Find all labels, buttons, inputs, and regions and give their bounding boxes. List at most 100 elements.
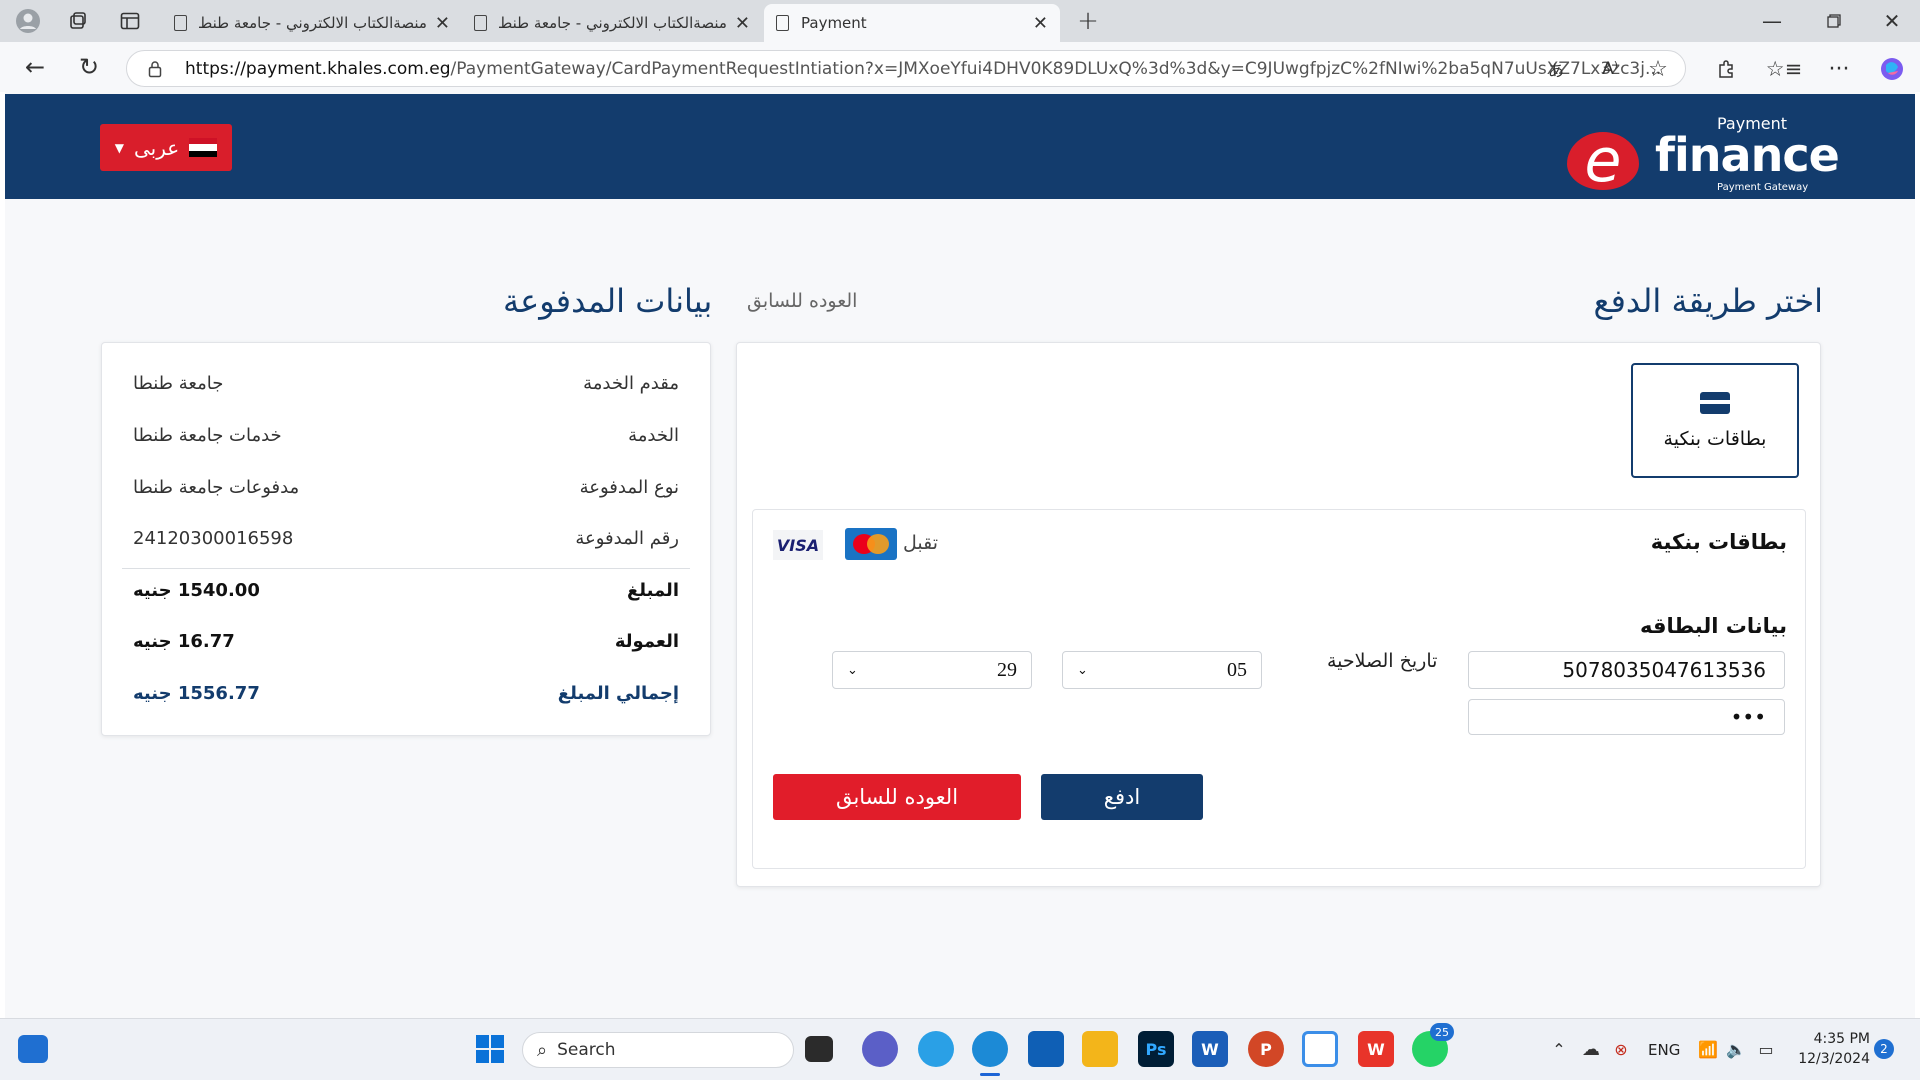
card-number-value: 5078035047613536: [1562, 658, 1766, 682]
profile-icon[interactable]: [12, 6, 44, 36]
edge-icon[interactable]: [972, 1031, 1008, 1067]
chevron-down-icon: ⌄: [1077, 662, 1088, 678]
pay-button[interactable]: ادفع: [1041, 774, 1203, 820]
chevron-down-icon: ⌄: [847, 662, 858, 678]
search-label: Search: [557, 1040, 616, 1060]
language-dropdown[interactable]: ▼ عربى: [100, 124, 232, 171]
task-view-icon[interactable]: [805, 1036, 833, 1062]
minimize-icon[interactable]: —: [1752, 6, 1792, 36]
translate-icon[interactable]: あ: [1540, 54, 1572, 84]
notification-badge[interactable]: 2: [1874, 1039, 1894, 1059]
network-error-icon[interactable]: ⊗: [1608, 1037, 1634, 1061]
taskbar-search[interactable]: ⌕ Search: [522, 1032, 794, 1068]
show-hidden-icons-icon[interactable]: ⌃: [1548, 1037, 1570, 1061]
word-icon[interactable]: W: [1192, 1031, 1228, 1067]
card-number-field[interactable]: 5078035047613536: [1468, 651, 1785, 689]
total-value: 1556.77 جنيه: [133, 683, 260, 704]
detail-row: رقم المدفوعة 24120300016598: [102, 528, 710, 558]
tab-actions-icon[interactable]: [114, 6, 146, 36]
detail-value: خدمات جامعة طنطا: [133, 425, 282, 446]
language-label: عربى: [134, 135, 180, 160]
file-explorer-icon[interactable]: [1082, 1031, 1118, 1067]
bank-cards-method-button[interactable]: بطاقات بنكية: [1631, 363, 1799, 478]
teams-icon[interactable]: [862, 1031, 898, 1067]
detail-key: الخدمة: [628, 425, 679, 446]
close-tab-icon[interactable]: ✕: [435, 13, 450, 34]
page-icon: [776, 15, 789, 31]
windows-taskbar: ⌕ Search Ps W P W 25 ⌃ ☁ ⊗ ENG 📶 🔈 ▭ 4:3…: [0, 1018, 1920, 1080]
tab-ebook-1[interactable]: منصةالكتاب الالكتروني - جامعة طنطا ✕: [162, 4, 462, 42]
divider: [122, 568, 690, 569]
tab-title: منصةالكتاب الالكتروني - جامعة طنطا: [199, 14, 427, 32]
payment-page: ▼ عربى e Payment finance Payment Gateway…: [5, 92, 1915, 1018]
logo-subtitle: Payment Gateway: [1717, 182, 1809, 193]
close-tab-icon[interactable]: ✕: [735, 13, 750, 34]
tab-title: منصةالكتاب الالكتروني - جامعة طنطا: [499, 14, 727, 32]
clock-time[interactable]: 4:35 PM: [1800, 1031, 1870, 1047]
more-icon[interactable]: ···: [1822, 54, 1856, 84]
favorites-icon[interactable]: ☆≡: [1766, 54, 1802, 84]
amount-label: المبلغ: [627, 580, 679, 601]
extensions-icon[interactable]: [1710, 54, 1742, 84]
total-row: إجمالي المبلغ 1556.77 جنيه: [102, 683, 710, 713]
tab-ebook-2[interactable]: منصةالكتاب الالكتروني - جامعة طنطا ✕: [462, 4, 762, 42]
detail-value: مدفوعات جامعة طنطا: [133, 477, 300, 498]
clock-date[interactable]: 12/3/2024: [1790, 1051, 1870, 1067]
detail-key: مقدم الخدمة: [583, 373, 679, 394]
expiry-month-select[interactable]: ⌄ 05: [1062, 651, 1262, 689]
workspaces-icon[interactable]: [62, 6, 94, 36]
new-tab-icon[interactable]: +: [1070, 6, 1106, 36]
payment-details-card: مقدم الخدمة جامعة طنطا الخدمة خدمات جامع…: [101, 342, 711, 736]
cvv-value: •••: [1730, 705, 1766, 729]
maximize-icon[interactable]: [1814, 6, 1854, 36]
widgets-icon[interactable]: [18, 1035, 48, 1063]
tab-payment[interactable]: Payment ✕: [764, 4, 1060, 42]
volume-icon[interactable]: 🔈: [1724, 1037, 1748, 1061]
accept-label: تقبل: [903, 532, 939, 554]
detail-key: نوع المدفوعة: [579, 477, 679, 498]
detail-key: رقم المدفوعة: [575, 528, 679, 549]
payment-details-title: بيانات المدفوعة: [503, 282, 713, 320]
back-link[interactable]: العوده للسابق: [747, 290, 857, 312]
read-aloud-icon[interactable]: A⁾: [1594, 54, 1626, 84]
close-tab-icon[interactable]: ✕: [1033, 13, 1048, 34]
expiry-year-select[interactable]: ⌄ 29: [832, 651, 1032, 689]
url-host: https://payment.khales.com.eg: [185, 58, 451, 79]
site-header: ▼ عربى e Payment finance Payment Gateway: [5, 94, 1915, 199]
expiry-month-value: 05: [1227, 658, 1247, 681]
method-label: بطاقات بنكية: [1663, 427, 1767, 450]
start-windows-icon[interactable]: [472, 1031, 508, 1067]
expiry-label: تاريخ الصلاحية: [1327, 650, 1438, 672]
copilot-icon[interactable]: [1876, 54, 1908, 84]
photos-icon[interactable]: [918, 1031, 954, 1067]
wps-icon[interactable]: W: [1358, 1031, 1394, 1067]
wifi-icon[interactable]: 📶: [1696, 1037, 1720, 1061]
lock-icon[interactable]: [145, 59, 165, 79]
payment-number: 24120300016598: [133, 528, 294, 549]
battery-icon[interactable]: ▭: [1754, 1037, 1778, 1061]
back-button[interactable]: العوده للسابق: [773, 774, 1021, 820]
url-field[interactable]: https://payment.khales.com.eg/PaymentGat…: [126, 50, 1686, 87]
fee-value: 16.77 جنيه: [133, 631, 235, 652]
back-icon[interactable]: ←: [18, 50, 52, 84]
close-window-icon[interactable]: ✕: [1872, 6, 1912, 36]
whatsapp-badge: 25: [1430, 1023, 1454, 1041]
photoshop-icon[interactable]: Ps: [1138, 1031, 1174, 1067]
input-language[interactable]: ENG: [1648, 1041, 1680, 1059]
choose-payment-method-title: اختر طريقة الدفع: [1593, 282, 1823, 320]
credit-card-icon: [1700, 391, 1730, 414]
app-icon[interactable]: [1302, 1031, 1338, 1067]
favorite-star-icon[interactable]: ☆: [1642, 54, 1674, 84]
reload-icon[interactable]: ↻: [72, 50, 106, 84]
search-icon: ⌕: [537, 1039, 548, 1061]
amount-row: المبلغ 1540.00 جنيه: [102, 580, 710, 610]
powerpoint-icon[interactable]: P: [1248, 1031, 1284, 1067]
onedrive-icon[interactable]: ☁: [1578, 1037, 1604, 1061]
total-label: إجمالي المبلغ: [557, 683, 679, 704]
page-icon: [474, 15, 487, 31]
card-data-label: بيانات البطاقه: [1639, 614, 1787, 638]
fee-label: العمولة: [614, 631, 679, 652]
detail-value: جامعة طنطا: [133, 373, 224, 394]
cvv-field[interactable]: •••: [1468, 699, 1785, 735]
store-icon[interactable]: [1028, 1031, 1064, 1067]
